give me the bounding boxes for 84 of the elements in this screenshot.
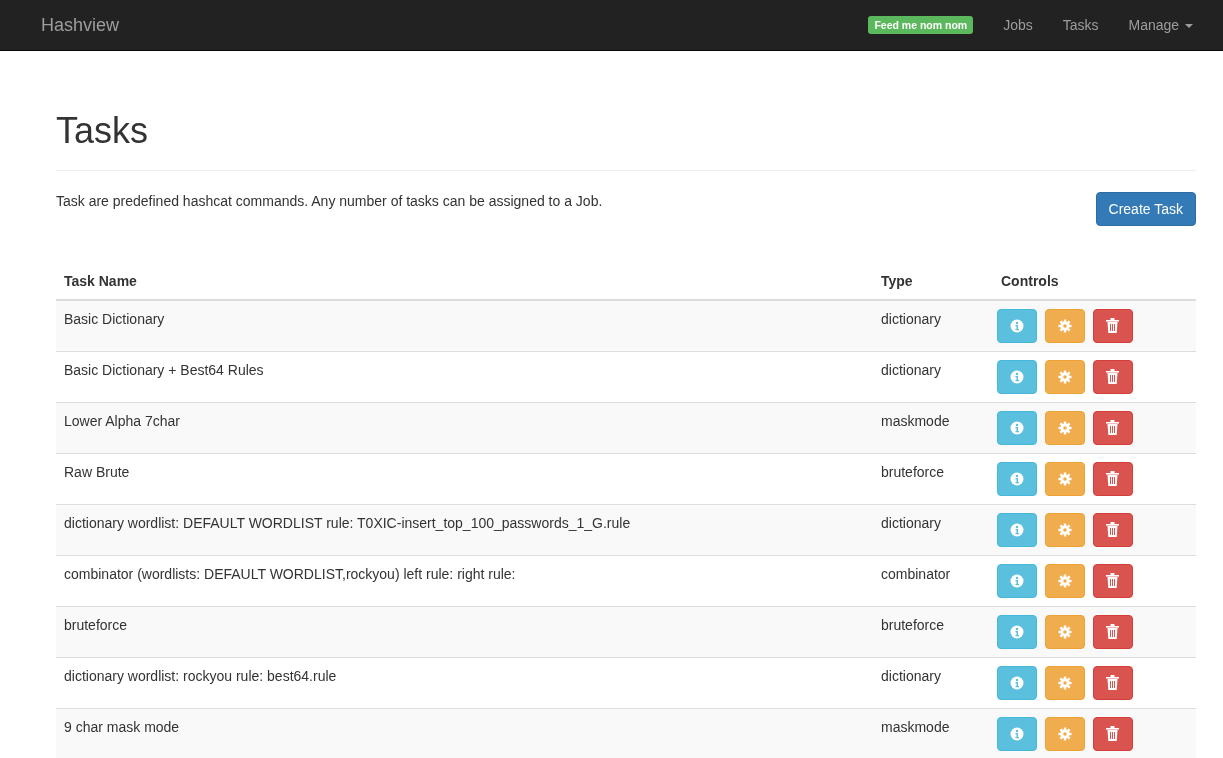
delete-button[interactable] (1092, 410, 1133, 445)
table-cell: maskmode (873, 402, 993, 454)
settings-icon (1057, 624, 1072, 639)
settings-icon (1057, 726, 1072, 741)
trash-icon (1106, 318, 1120, 334)
delete-button[interactable] (1092, 308, 1133, 343)
info-icon (1010, 369, 1024, 384)
nav-link[interactable]: Tasks (1047, 17, 1114, 33)
table-cell: dictionary wordlist: rockyou rule: best64.rule (56, 657, 873, 709)
info-button[interactable] (997, 410, 1037, 445)
settings-icon (1057, 471, 1072, 486)
table-cell: Lower Alpha 7char (56, 402, 873, 454)
nav-link[interactable]: Jobs (988, 17, 1048, 33)
info-icon (1010, 675, 1024, 690)
trash-icon (1106, 573, 1120, 589)
table-cell: bruteforce (56, 606, 873, 658)
column-header: Type (873, 262, 993, 300)
table-cell: Basic Dictionary (56, 299, 873, 352)
info-button[interactable] (997, 512, 1037, 547)
info-icon (1010, 726, 1024, 741)
info-button[interactable] (997, 359, 1037, 394)
trash-icon (1106, 726, 1120, 742)
settings-button[interactable] (1044, 410, 1085, 445)
settings-button[interactable] (1044, 359, 1085, 394)
nav-dropdown[interactable]: Manage (1113, 17, 1208, 33)
table-cell: dictionary (873, 351, 993, 403)
column-header: Controls (993, 262, 1196, 300)
table-cell: Raw Brute (56, 453, 873, 505)
delete-button[interactable] (1092, 716, 1133, 751)
info-icon (1010, 471, 1024, 486)
description-text: Task are predefined hashcat commands. Any number of tasks can be assigned to a Job. (56, 191, 603, 211)
trash-icon (1106, 522, 1120, 538)
table-cell: bruteforce (873, 606, 993, 658)
info-icon (1010, 522, 1024, 537)
delete-button[interactable] (1092, 512, 1133, 547)
settings-icon (1057, 522, 1072, 537)
table-cell: combinator (wordlists: DEFAULT WORDLIST,rockyou) left rule: right rule: (56, 555, 873, 607)
settings-icon (1057, 318, 1072, 333)
table-cell: combinator (873, 555, 993, 607)
settings-button[interactable] (1044, 716, 1085, 751)
trash-icon (1106, 675, 1120, 691)
table-cell: dictionary wordlist: DEFAULT WORDLIST rule: T0XIC-insert_top_100_passwords_1_G.rule (56, 504, 873, 556)
column-header: Task Name (56, 262, 873, 300)
trash-icon (1106, 420, 1120, 436)
settings-button[interactable] (1044, 461, 1085, 496)
delete-button[interactable] (1092, 359, 1133, 394)
settings-button[interactable] (1044, 563, 1085, 598)
page-title: Tasks (56, 111, 150, 151)
info-icon (1010, 573, 1024, 588)
info-button[interactable] (997, 461, 1037, 496)
trash-icon (1106, 471, 1120, 487)
trash-icon (1106, 369, 1120, 385)
table-cell: 9 char mask mode (56, 708, 873, 758)
info-button[interactable] (997, 308, 1037, 343)
table-cell: dictionary (873, 504, 993, 556)
info-button[interactable] (997, 665, 1037, 700)
delete-button[interactable] (1092, 461, 1133, 496)
settings-button[interactable] (1044, 512, 1085, 547)
settings-button[interactable] (1044, 665, 1085, 700)
trash-icon (1106, 624, 1120, 640)
delete-button[interactable] (1092, 563, 1133, 598)
status-label: Feed me nom nom (868, 16, 974, 34)
info-icon (1010, 420, 1024, 435)
settings-icon (1057, 369, 1072, 384)
caret-icon (1185, 24, 1193, 29)
table-cell: bruteforce (873, 453, 993, 505)
settings-icon (1057, 420, 1072, 435)
settings-button[interactable] (1044, 614, 1085, 649)
delete-button[interactable] (1092, 614, 1133, 649)
settings-button[interactable] (1044, 308, 1085, 343)
table-cell: maskmode (873, 708, 993, 758)
settings-icon (1057, 675, 1072, 690)
info-icon (1010, 624, 1024, 639)
table-cell: dictionary (873, 299, 993, 352)
brand-link[interactable]: Hashview (41, 14, 120, 36)
info-button[interactable] (997, 614, 1037, 649)
settings-icon (1057, 573, 1072, 588)
info-button[interactable] (997, 716, 1037, 751)
table-cell: Basic Dictionary + Best64 Rules (56, 351, 873, 403)
info-icon (1010, 318, 1024, 333)
table-cell: dictionary (873, 657, 993, 709)
info-button[interactable] (997, 563, 1037, 598)
delete-button[interactable] (1092, 665, 1133, 700)
create-task-button[interactable]: Create Task (1095, 191, 1196, 226)
